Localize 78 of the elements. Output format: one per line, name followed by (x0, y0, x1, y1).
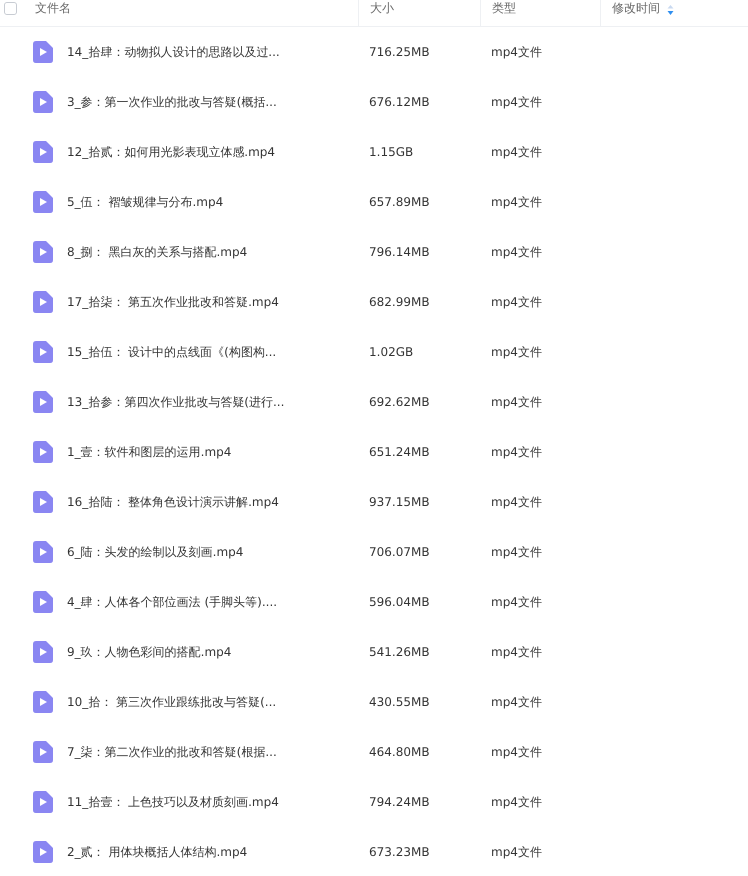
select-all-checkbox[interactable] (4, 2, 17, 14)
file-type: mp4文件 (491, 694, 542, 708)
file-type: mp4文件 (491, 244, 542, 258)
file-size: 796.14MB (369, 245, 430, 259)
video-file-icon (33, 91, 53, 113)
column-header[interactable]: 文件名 (35, 0, 71, 16)
file-type: mp4文件 (491, 144, 542, 158)
file-size: 464.80MB (369, 745, 430, 759)
column-header[interactable]: 类型 (492, 0, 516, 16)
video-file-icon (33, 441, 53, 463)
header-cell[interactable]: 类型 (480, 0, 600, 26)
file-size: 794.24MB (369, 795, 430, 809)
video-file-icon (33, 541, 53, 563)
video-file-icon (33, 341, 53, 363)
video-file-icon (33, 841, 53, 863)
video-file-icon (33, 791, 53, 813)
video-file-icon (33, 591, 53, 613)
file-name[interactable]: 5_伍： 褶皱规律与分布.mp4 (67, 194, 224, 210)
video-file-icon (33, 391, 53, 413)
video-file-icon (33, 241, 53, 263)
file-type: mp4文件 (491, 294, 542, 308)
file-name[interactable]: 13_拾参：第四次作业批改与答疑(进行... (67, 394, 284, 410)
file-name[interactable]: 11_拾壹： 上色技巧以及材质刻画.mp4 (67, 794, 279, 810)
file-type: mp4文件 (491, 344, 542, 358)
file-type: mp4文件 (491, 494, 542, 508)
file-name[interactable]: 14_拾肆：动物拟人设计的思路以及过... (67, 44, 280, 60)
file-size: 1.15GB (369, 145, 414, 159)
file-size: 596.04MB (369, 595, 430, 609)
header-cell[interactable]: 文件名 (22, 0, 358, 26)
sort-icon[interactable] (667, 5, 674, 15)
file-size: 673.23MB (369, 845, 430, 859)
file-type: mp4文件 (491, 844, 542, 858)
video-file-icon (33, 41, 53, 63)
video-file-icon (33, 141, 53, 163)
file-name[interactable]: 7_柒：第二次作业的批改和答疑(根据... (67, 744, 277, 760)
file-size: 430.55MB (369, 695, 430, 709)
file-size: 706.07MB (369, 545, 430, 559)
file-type: mp4文件 (491, 44, 542, 58)
file-name[interactable]: 17_拾柒： 第五次作业批改和答疑.mp4 (67, 294, 279, 310)
file-name[interactable]: 6_陆：头发的绘制以及刻画.mp4 (67, 544, 244, 560)
video-file-icon (33, 291, 53, 313)
file-type: mp4文件 (491, 544, 542, 558)
file-size: 676.12MB (369, 95, 430, 109)
file-name[interactable]: 9_玖：人物色彩间的搭配.mp4 (67, 644, 232, 660)
video-file-icon (33, 691, 53, 713)
file-size: 692.62MB (369, 395, 430, 409)
file-name[interactable]: 2_贰： 用体块概括人体结构.mp4 (67, 844, 248, 860)
file-type: mp4文件 (491, 594, 542, 608)
file-name[interactable]: 15_拾伍： 设计中的点线面《(构图构... (67, 344, 276, 360)
file-size: 541.26MB (369, 645, 430, 659)
file-size: 657.89MB (369, 195, 430, 209)
file-name[interactable]: 3_参：第一次作业的批改与答疑(概括... (67, 94, 277, 110)
header-cell[interactable]: 大小 (358, 0, 480, 26)
file-type: mp4文件 (491, 744, 542, 758)
file-size: 1.02GB (369, 345, 414, 359)
file-size: 651.24MB (369, 445, 430, 459)
file-type: mp4文件 (491, 644, 542, 658)
file-size: 716.25MB (369, 45, 430, 59)
file-name[interactable]: 12_拾贰：如何用光影表现立体感.mp4 (67, 144, 276, 160)
video-file-icon (33, 741, 53, 763)
file-name[interactable]: 10_拾： 第三次作业跟练批改与答疑(... (67, 694, 276, 710)
column-header[interactable]: 修改时间 (612, 0, 660, 16)
file-name[interactable]: 8_捌： 黑白灰的关系与搭配.mp4 (67, 244, 248, 260)
column-header[interactable]: 大小 (370, 0, 394, 16)
file-name[interactable]: 16_拾陆： 整体角色设计演示讲解.mp4 (67, 494, 279, 510)
video-file-icon (33, 491, 53, 513)
file-name[interactable]: 1_壹：软件和图层的运用.mp4 (67, 444, 232, 460)
file-type: mp4文件 (491, 94, 542, 108)
file-type: mp4文件 (491, 194, 542, 208)
file-size: 937.15MB (369, 495, 430, 509)
file-type: mp4文件 (491, 444, 542, 458)
video-file-icon (33, 191, 53, 213)
file-type: mp4文件 (491, 394, 542, 408)
header-cell[interactable]: 修改时间 (600, 0, 748, 26)
video-file-icon (33, 641, 53, 663)
file-name[interactable]: 4_肆：人体各个部位画法 (手脚头等).... (67, 594, 278, 610)
file-size: 682.99MB (369, 295, 430, 309)
file-type: mp4文件 (491, 794, 542, 808)
